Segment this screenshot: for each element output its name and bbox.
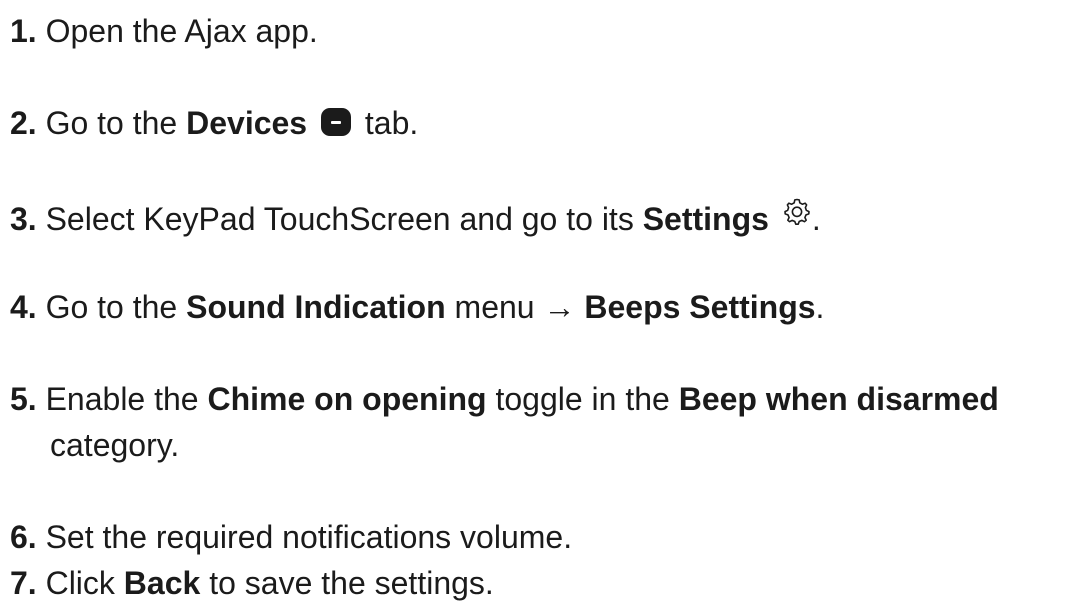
step-text-pre: Go to the — [45, 289, 187, 325]
step-number: 7. — [10, 565, 37, 601]
devices-tab-label: Devices — [186, 105, 308, 141]
step-number: 3. — [10, 201, 37, 237]
step-text-post: . — [815, 289, 825, 325]
step-6: 6. Set the required notifications volume… — [10, 514, 572, 560]
step-2: 2. Go to the Devices tab. — [10, 100, 418, 146]
beeps-settings-label: Beeps Settings — [584, 289, 816, 325]
step-text-post: . — [811, 201, 821, 237]
step-7: 7. Click Back to save the settings. — [10, 560, 494, 606]
chime-on-opening-label: Chime on opening — [207, 381, 487, 417]
step-text-mid: menu → — [445, 289, 585, 325]
devices-icon — [320, 103, 352, 136]
step-text-post: tab. — [355, 105, 419, 141]
step-text: Set the required notifications volume. — [45, 519, 573, 555]
step-number: 6. — [10, 519, 37, 555]
step-text-pre: Click — [45, 565, 124, 601]
step-4: 4. Go to the Sound Indication menu → Bee… — [10, 284, 824, 330]
step-5: 5. Enable the Chime on opening toggle in… — [10, 376, 999, 468]
sound-indication-label: Sound Indication — [186, 289, 446, 325]
step-text-pre: Go to the — [45, 105, 187, 141]
step-text-post: category. — [50, 427, 180, 463]
step-text-mid: toggle in the — [486, 381, 679, 417]
settings-label: Settings — [642, 201, 769, 237]
step-text-pre: Enable the — [45, 381, 208, 417]
step-number: 2. — [10, 105, 37, 141]
step-1: 1. Open the Ajax app. — [10, 8, 318, 54]
step-number: 5. — [10, 381, 37, 417]
step-3: 3. Select KeyPad TouchScreen and go to i… — [10, 192, 821, 242]
step-text-pre: Select KeyPad TouchScreen and go to its — [45, 201, 643, 237]
back-label: Back — [123, 565, 201, 601]
step-text: Open the Ajax app. — [45, 13, 318, 49]
step-number: 4. — [10, 289, 37, 325]
beep-when-disarmed-label: Beep when disarmed — [678, 381, 999, 417]
step-text-post: to save the settings. — [200, 565, 494, 601]
gear-icon — [782, 192, 812, 225]
step-number: 1. — [10, 13, 37, 49]
